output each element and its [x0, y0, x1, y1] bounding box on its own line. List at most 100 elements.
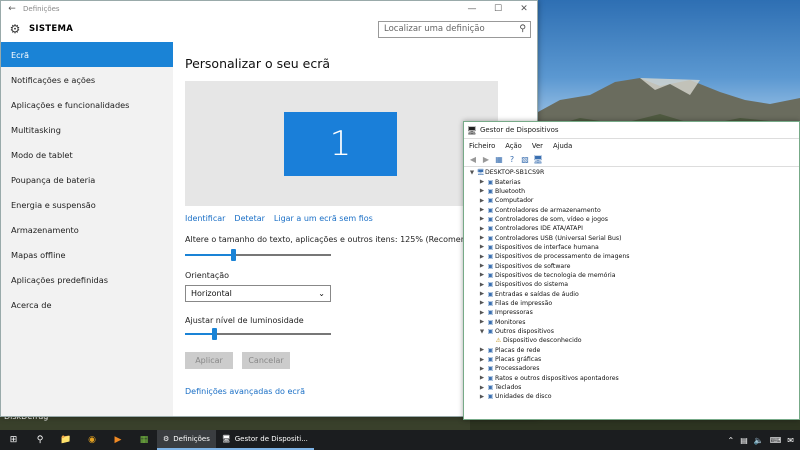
collapsed-arrow-icon[interactable]: ▶ — [478, 216, 486, 222]
collapsed-arrow-icon[interactable]: ▶ — [478, 179, 486, 185]
collapsed-arrow-icon[interactable]: ▶ — [478, 319, 486, 325]
tree-category[interactable]: ▶ ▣ Monitores — [468, 318, 799, 327]
tree-category[interactable]: ▶ ▣ Computador — [468, 196, 799, 205]
expanded-arrow-icon[interactable]: ▼ — [478, 329, 486, 335]
tree-category[interactable]: ▶ ▣ Dispositivos de tecnologia de memória — [468, 271, 799, 280]
scan-hardware-icon[interactable]: 🖥 — [533, 155, 543, 165]
start-button[interactable]: ⊞ — [0, 430, 27, 450]
scale-slider-thumb[interactable] — [231, 249, 236, 261]
sidebar-item-energia[interactable]: Energia e suspensão — [1, 192, 173, 217]
tree-category[interactable]: ▶ ▣ Filas de impressão — [468, 299, 799, 308]
collapsed-arrow-icon[interactable]: ▶ — [478, 263, 486, 269]
orientation-dropdown[interactable]: Horizontal ⌄ — [185, 285, 331, 302]
maximize-button[interactable]: ☐ — [485, 4, 511, 14]
sidebar-item-apps-predefinidas[interactable]: Aplicações predefinidas — [1, 267, 173, 292]
collapsed-arrow-icon[interactable]: ▶ — [478, 310, 486, 316]
collapsed-arrow-icon[interactable]: ▶ — [478, 244, 486, 250]
language-icon[interactable]: ⌨ — [770, 436, 782, 445]
collapsed-arrow-icon[interactable]: ▶ — [478, 198, 486, 204]
collapsed-arrow-icon[interactable]: ▶ — [478, 385, 486, 391]
menu-ajuda[interactable]: Ajuda — [553, 142, 572, 150]
sidebar-item-poupanca-bateria[interactable]: Poupança de bateria — [1, 167, 173, 192]
identify-link[interactable]: Identificar — [185, 214, 225, 223]
sidebar-item-aplicacoes[interactable]: Aplicações e funcionalidades — [1, 92, 173, 117]
menu-ficheiro[interactable]: Ficheiro — [469, 142, 495, 150]
close-button[interactable]: ✕ — [511, 4, 537, 14]
view-icon[interactable]: ▧ — [520, 155, 530, 165]
settings-titlebar[interactable]: ← Definições — ☐ ✕ — [1, 1, 537, 17]
chrome-icon[interactable]: ◉ — [79, 430, 105, 450]
tree-category[interactable]: ▶ ▣ Controladores IDE ATA/ATAPI — [468, 224, 799, 233]
sidebar-item-multitasking[interactable]: Multitasking — [1, 117, 173, 142]
help-icon[interactable]: ? — [507, 155, 517, 165]
brightness-slider[interactable] — [185, 327, 331, 341]
tree-category[interactable]: ▶ ▣ Dispositivos do sistema — [468, 280, 799, 289]
tree-category[interactable]: ▶ ▣ Ratos e outros dispositivos apontadore… — [468, 374, 799, 383]
tree-category[interactable]: ▶ ▣ Placas gráficas — [468, 355, 799, 364]
monitor-tile[interactable]: 1 — [284, 112, 397, 176]
collapsed-arrow-icon[interactable]: ▶ — [478, 272, 486, 278]
back-icon[interactable]: ◀ — [468, 155, 478, 165]
collapsed-arrow-icon[interactable]: ▶ — [478, 207, 486, 213]
tree-root[interactable]: ▼ 🖥 DESKTOP-SB1CS9R — [468, 168, 799, 177]
tree-category[interactable]: ▶ ▣ Controladores de som, vídeo e jogos — [468, 215, 799, 224]
back-arrow-icon[interactable]: ← — [1, 4, 23, 14]
menu-acao[interactable]: Ação — [505, 142, 522, 150]
tree-category[interactable]: ▶ ▣ Bluetooth — [468, 187, 799, 196]
apply-button[interactable]: Aplicar — [185, 352, 233, 369]
store-icon[interactable]: ▦ — [131, 430, 157, 450]
tree-device[interactable]: ⚠ Dispositivo desconhecido — [468, 336, 799, 345]
search-icon[interactable]: ⚲ — [519, 24, 526, 34]
notifications-icon[interactable]: ✉ — [787, 436, 794, 445]
sidebar-item-modo-tablet[interactable]: Modo de tablet — [1, 142, 173, 167]
minimize-button[interactable]: — — [459, 4, 485, 14]
tree-category[interactable]: ▼ ▣ Outros dispositivos — [468, 327, 799, 336]
tree-category[interactable]: ▶ ▣ Controladores de armazenamento — [468, 205, 799, 214]
sidebar-item-armazenamento[interactable]: Armazenamento — [1, 217, 173, 242]
cancel-button[interactable]: Cancelar — [242, 352, 290, 369]
tree-category[interactable]: ▶ ▣ Teclados — [468, 383, 799, 392]
device-manager-titlebar[interactable]: 🖥 Gestor de Dispositivos — [464, 122, 799, 139]
collapsed-arrow-icon[interactable]: ▶ — [478, 366, 486, 372]
wireless-display-link[interactable]: Ligar a um ecrã sem fios — [274, 214, 373, 223]
forward-icon[interactable]: ▶ — [481, 155, 491, 165]
collapsed-arrow-icon[interactable]: ▶ — [478, 282, 486, 288]
tree-category[interactable]: ▶ ▣ Dispositivos de processamento de image… — [468, 252, 799, 261]
taskbar-app-settings[interactable]: ⚙ Definições — [157, 430, 216, 450]
taskbar-app-device-manager[interactable]: 🖥 Gestor de Dispositi... — [215, 430, 314, 450]
tree-category[interactable]: ▶ ▣ Controladores USB (Universal Serial Bu… — [468, 233, 799, 242]
search-input[interactable]: Localizar uma definição ⚲ — [378, 20, 531, 38]
properties-icon[interactable]: ▦ — [494, 155, 504, 165]
tree-category[interactable]: ▶ ▣ Dispositivos de software — [468, 261, 799, 270]
brightness-slider-thumb[interactable] — [212, 328, 217, 340]
tree-category[interactable]: ▶ ▣ Entradas e saídas de áudio — [468, 289, 799, 298]
collapsed-arrow-icon[interactable]: ▶ — [478, 300, 486, 306]
scale-slider[interactable] — [185, 248, 331, 262]
tree-category[interactable]: ▶ ▣ Placas de rede — [468, 346, 799, 355]
menu-ver[interactable]: Ver — [532, 142, 543, 150]
file-explorer-icon[interactable]: 📁 — [53, 430, 79, 450]
collapsed-arrow-icon[interactable]: ▶ — [478, 254, 486, 260]
collapsed-arrow-icon[interactable]: ▶ — [478, 226, 486, 232]
collapsed-arrow-icon[interactable]: ▶ — [478, 375, 486, 381]
network-icon[interactable]: ▤ — [740, 436, 748, 445]
sidebar-item-mapas[interactable]: Mapas offline — [1, 242, 173, 267]
collapsed-arrow-icon[interactable]: ▶ — [478, 394, 486, 400]
collapsed-arrow-icon[interactable]: ▶ — [478, 357, 486, 363]
tree-category[interactable]: ▶ ▣ Dispositivos de interface humana — [468, 243, 799, 252]
tree-category[interactable]: ▶ ▣ Baterias — [468, 177, 799, 186]
collapsed-arrow-icon[interactable]: ▶ — [478, 188, 486, 194]
detect-link[interactable]: Detetar — [234, 214, 264, 223]
sidebar-item-notificacoes[interactable]: Notificações e ações — [1, 67, 173, 92]
tree-category[interactable]: ▶ ▣ Impressoras — [468, 308, 799, 317]
collapsed-arrow-icon[interactable]: ▶ — [478, 347, 486, 353]
search-taskbar-icon[interactable]: ⚲ — [27, 430, 53, 450]
tree-category[interactable]: ▶ ▣ Unidades de disco — [468, 392, 799, 401]
chevron-up-icon[interactable]: ⌃ — [728, 436, 735, 445]
sidebar-item-acerca[interactable]: Acerca de — [1, 292, 173, 317]
collapsed-arrow-icon[interactable]: ▶ — [478, 291, 486, 297]
tree-category[interactable]: ▶ ▣ Processadores — [468, 364, 799, 373]
collapsed-arrow-icon[interactable]: ▶ — [478, 235, 486, 241]
volume-icon[interactable]: 🔈 — [754, 436, 764, 445]
media-player-icon[interactable]: ▶ — [105, 430, 131, 450]
